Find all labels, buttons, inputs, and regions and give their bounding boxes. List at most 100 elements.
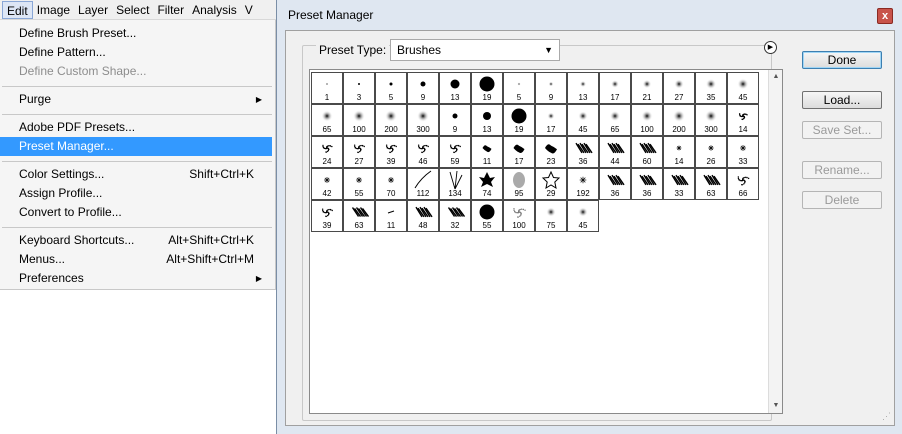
brush-preset[interactable]: 11 [375,200,407,232]
load-button[interactable]: Load... [802,91,882,109]
brush-preset[interactable]: 26 [695,136,727,168]
brush-preset[interactable]: 66 [727,168,759,200]
brush-preset[interactable]: 59 [439,136,471,168]
brush-size-label: 27 [674,93,684,102]
menu-item[interactable]: Define Pattern... [0,43,272,62]
brush-preset[interactable]: 46 [407,136,439,168]
brush-preset[interactable]: 100 [631,104,663,136]
brush-preset[interactable]: 19 [471,72,503,104]
brush-preset[interactable]: 100 [343,104,375,136]
scroll-up-icon[interactable]: ▲ [769,70,783,84]
menubar-item-layer[interactable]: Layer [74,1,112,19]
brush-preset[interactable]: 36 [599,168,631,200]
brush-preset[interactable]: 36 [631,168,663,200]
brush-preset[interactable]: 45 [567,200,599,232]
brush-preset[interactable]: 63 [695,168,727,200]
brush-preset[interactable]: 21 [631,72,663,104]
brush-preset[interactable]: 23 [535,136,567,168]
menubar-item-analysis[interactable]: Analysis [188,1,241,19]
brush-preset[interactable]: 19 [503,104,535,136]
brush-preset[interactable]: 13 [567,72,599,104]
brush-preset[interactable]: 48 [407,200,439,232]
brush-preset[interactable]: 27 [663,72,695,104]
menubar-item-filter[interactable]: Filter [153,1,188,19]
brush-preset[interactable]: 65 [311,104,343,136]
brush-preset[interactable]: 3 [343,72,375,104]
brush-preset[interactable]: 27 [343,136,375,168]
menu-item[interactable]: Assign Profile... [0,184,272,203]
brush-size-label: 11 [386,221,396,230]
resize-grip-icon[interactable]: ⋰ [882,411,894,423]
brush-preset[interactable]: 17 [535,104,567,136]
brush-preset[interactable]: 33 [727,136,759,168]
menubar-item-image[interactable]: Image [33,1,74,19]
preset-list[interactable]: 1 3 5 9 13 19 5 9 13 17 21 27 35 45 65 100 200 300 9 13 19 17… [309,69,783,414]
brush-preset[interactable]: 11 [471,136,503,168]
brush-preset[interactable]: 36 [567,136,599,168]
brush-preset[interactable]: 13 [471,104,503,136]
save-set-button[interactable]: Save Set... [802,121,882,139]
brush-preset[interactable]: 70 [375,168,407,200]
menu-item[interactable]: Keyboard Shortcuts... Alt+Shift+Ctrl+K [0,231,272,250]
brush-preset[interactable]: 300 [407,104,439,136]
brush-preset[interactable]: 13 [439,72,471,104]
delete-button[interactable]: Delete [802,191,882,209]
brush-preset[interactable]: 9 [439,104,471,136]
menu-item[interactable]: Purge ▶ [0,90,272,109]
menubar-item-select[interactable]: Select [112,1,153,19]
menu-item[interactable]: Define Brush Preset... [0,24,272,43]
brush-preset[interactable]: 35 [695,72,727,104]
brush-preset[interactable]: 200 [375,104,407,136]
brush-preset[interactable]: 45 [727,72,759,104]
preset-type-select[interactable]: Brushes ▼ [390,39,560,61]
done-button[interactable]: Done [802,51,882,69]
brush-preset[interactable]: 39 [311,200,343,232]
brush-preset[interactable]: 192 [567,168,599,200]
brush-preset[interactable]: 75 [535,200,567,232]
brush-preset[interactable]: 24 [311,136,343,168]
brush-preset[interactable]: 63 [343,200,375,232]
menu-item[interactable]: Define Custom Shape... [0,62,272,81]
menu-item[interactable]: Preferences ▶ [0,269,272,288]
menubar-item-v[interactable]: V [241,1,257,19]
brush-preset[interactable]: 112 [407,168,439,200]
brush-preset[interactable]: 1 [311,72,343,104]
brush-preset[interactable]: 29 [535,168,567,200]
brush-preset[interactable]: 9 [407,72,439,104]
brush-preset[interactable]: 45 [567,104,599,136]
brush-preset[interactable]: 200 [663,104,695,136]
brush-preset[interactable]: 5 [503,72,535,104]
menu-item[interactable]: Preset Manager... [0,137,272,156]
scroll-down-icon[interactable]: ▼ [769,399,783,413]
menu-item[interactable]: Color Settings... Shift+Ctrl+K [0,165,272,184]
panel-menu-icon[interactable]: ▶ [764,41,777,54]
brush-preset[interactable]: 60 [631,136,663,168]
menu-item[interactable]: Adobe PDF Presets... [0,118,272,137]
menubar-item-edit[interactable]: Edit [2,0,33,19]
brush-preset[interactable]: 55 [343,168,375,200]
dialog-titlebar[interactable]: Preset Manager x [277,0,902,30]
brush-preset[interactable]: 95 [503,168,535,200]
brush-preset[interactable]: 74 [471,168,503,200]
brush-preset[interactable]: 32 [439,200,471,232]
brush-preset[interactable]: 42 [311,168,343,200]
brush-preset[interactable]: 17 [503,136,535,168]
brush-preset[interactable]: 55 [471,200,503,232]
rename-button[interactable]: Rename... [802,161,882,179]
brush-preset[interactable]: 134 [439,168,471,200]
brush-preset[interactable]: 9 [535,72,567,104]
menu-item[interactable]: Convert to Profile... [0,203,272,222]
brush-preset[interactable]: 65 [599,104,631,136]
brush-preset[interactable]: 14 [663,136,695,168]
brush-preset[interactable]: 5 [375,72,407,104]
brush-preset[interactable]: 39 [375,136,407,168]
brush-preset[interactable]: 14 [727,104,759,136]
close-button[interactable]: x [877,8,893,24]
vertical-scrollbar[interactable]: ▲ ▼ [768,70,782,413]
brush-preset[interactable]: 44 [599,136,631,168]
brush-preset[interactable]: 100 [503,200,535,232]
menu-item[interactable]: Menus... Alt+Shift+Ctrl+M [0,250,272,269]
brush-preset[interactable]: 33 [663,168,695,200]
brush-preset[interactable]: 17 [599,72,631,104]
brush-preset[interactable]: 300 [695,104,727,136]
